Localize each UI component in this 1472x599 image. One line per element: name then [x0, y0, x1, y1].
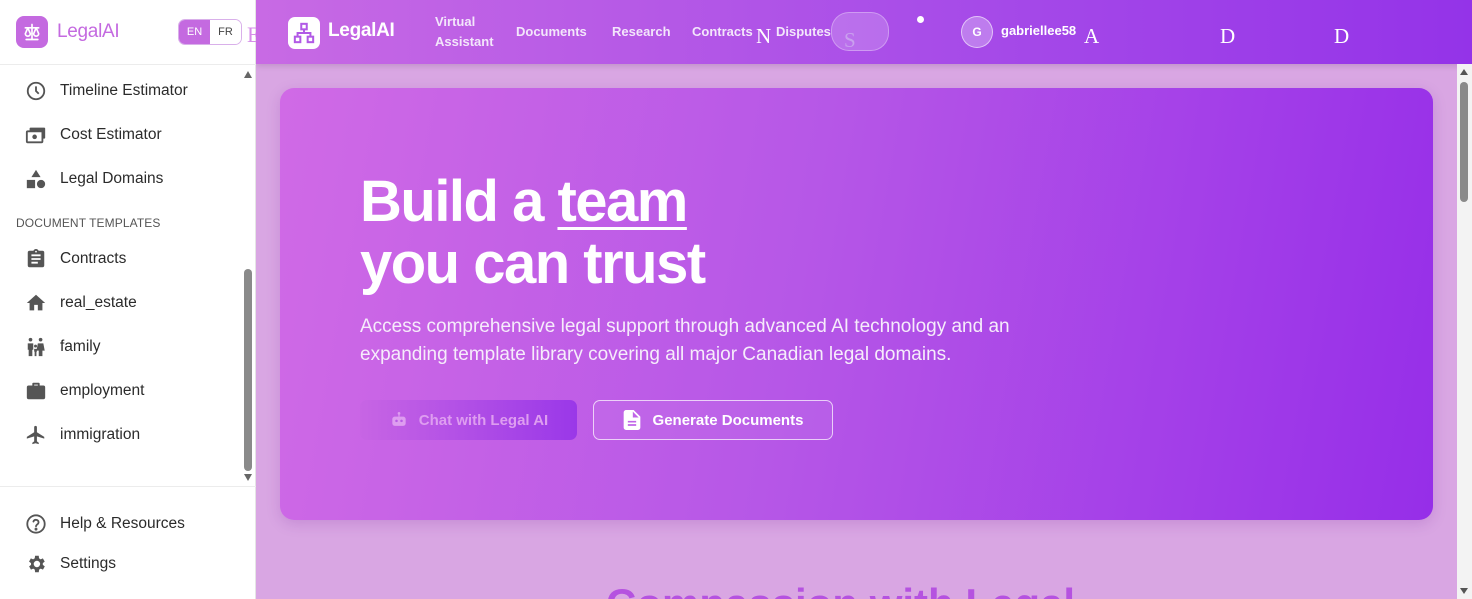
- gear-icon: [24, 552, 48, 576]
- sidebar-item-label: Settings: [60, 555, 117, 572]
- chat-with-legal-ai-button[interactable]: Chat with Legal AI: [360, 400, 577, 440]
- clipboard-icon: [24, 247, 48, 271]
- nav-link-contracts[interactable]: Contracts: [692, 22, 753, 42]
- hero-subtitle: Access comprehensive legal support throu…: [360, 316, 1010, 365]
- sidebar-item-real-estate[interactable]: real_estate: [24, 289, 137, 317]
- scroll-down-arrow-icon[interactable]: [244, 474, 252, 481]
- nav-link-line: Assistant: [435, 34, 494, 49]
- sidebar-item-label: family: [60, 338, 101, 355]
- sidebar-item-label: immigration: [60, 426, 141, 443]
- sidebar-brand[interactable]: LegalAI: [57, 21, 120, 43]
- sidebar-item-label: Cost Estimator: [60, 126, 162, 143]
- main-content: LegalAI Virtual Assistant Documents Rese…: [256, 0, 1472, 599]
- sidebar-item-legal-domains[interactable]: Legal Domains: [24, 165, 163, 193]
- hero-title-emphasis: team: [557, 169, 688, 234]
- hero-banner: Build a team you can trust Access compre…: [280, 88, 1433, 520]
- sidebar-item-employment[interactable]: employment: [24, 377, 144, 405]
- search-button[interactable]: [831, 12, 889, 51]
- language-toggle: EN FR: [178, 19, 242, 45]
- sidebar-item-immigration[interactable]: immigration: [24, 421, 140, 449]
- sidebar-footer: Help & Resources Settings: [0, 486, 256, 599]
- sidebar-nav: Timeline Estimator Cost Estimator Legal …: [0, 64, 256, 486]
- sidebar-item-label: real_estate: [60, 294, 137, 311]
- help-icon: [24, 512, 48, 536]
- sidebar-item-label: Help & Resources: [60, 515, 185, 532]
- top-navbar: LegalAI Virtual Assistant Documents Rese…: [256, 0, 1472, 64]
- generate-documents-button[interactable]: Generate Documents: [593, 400, 833, 440]
- hero-title: Build a team you can trust: [360, 169, 706, 296]
- sidebar-item-label: Contracts: [60, 250, 127, 267]
- stray-glyph: N: [756, 24, 772, 48]
- nav-link-disputes[interactable]: Disputes: [776, 22, 831, 42]
- home-icon: [24, 291, 48, 315]
- sidebar-item-timeline-estimator[interactable]: Timeline Estimator: [24, 77, 188, 105]
- stray-glyph: D: [1220, 24, 1236, 48]
- hero-title-line2: you can trust: [360, 231, 706, 296]
- family-icon: [24, 335, 48, 359]
- section-heading: Compassion with Legal: [606, 580, 1075, 599]
- document-icon: [623, 410, 641, 430]
- username[interactable]: gabriellee58: [1001, 23, 1076, 38]
- button-label: Chat with Legal AI: [418, 411, 549, 429]
- stray-glyph: S: [844, 28, 856, 52]
- nav-link-line: Virtual: [435, 14, 476, 29]
- robot-icon: [389, 410, 409, 430]
- sidebar: LegalAI EN FR E Timeline Estimator Cost …: [0, 0, 260, 599]
- cash-icon: [24, 123, 48, 147]
- section-heading-document-templates: DOCUMENT TEMPLATES: [16, 216, 161, 230]
- hero-title-part: Build a: [360, 169, 558, 234]
- sidebar-item-label: Timeline Estimator: [60, 82, 188, 99]
- sidebar-item-contracts[interactable]: Contracts: [24, 245, 126, 273]
- nav-link-documents[interactable]: Documents: [516, 22, 587, 42]
- notification-dot-icon[interactable]: [917, 16, 924, 23]
- shapes-icon: [24, 167, 48, 191]
- sidebar-item-label: employment: [60, 382, 145, 399]
- sidebar-item-family[interactable]: family: [24, 333, 100, 361]
- sidebar-item-cost-estimator[interactable]: Cost Estimator: [24, 121, 162, 149]
- lang-en-button[interactable]: EN: [179, 20, 210, 44]
- scroll-up-arrow-icon[interactable]: [1460, 69, 1468, 75]
- main-scrollbar[interactable]: [1457, 64, 1472, 599]
- button-label: Generate Documents: [652, 411, 804, 429]
- sidebar-scrollbar[interactable]: [243, 71, 253, 481]
- nav-link-virtual-assistant[interactable]: Virtual Assistant: [435, 12, 494, 52]
- airplane-icon: [24, 423, 48, 447]
- stray-glyph: D: [1334, 24, 1350, 48]
- nav-link-research[interactable]: Research: [612, 22, 671, 42]
- scroll-down-arrow-icon[interactable]: [1460, 588, 1468, 594]
- avatar[interactable]: G: [961, 16, 993, 48]
- sidebar-item-label: Legal Domains: [60, 170, 164, 187]
- briefcase-icon: [24, 379, 48, 403]
- scrollbar-thumb[interactable]: [1460, 82, 1468, 202]
- sidebar-item-settings[interactable]: Settings: [24, 550, 116, 578]
- nav-brand[interactable]: LegalAI: [328, 20, 395, 42]
- lang-fr-button[interactable]: FR: [210, 20, 241, 44]
- scales-logo-icon[interactable]: [16, 16, 48, 48]
- stray-glyph: A: [1084, 24, 1100, 48]
- scrollbar-thumb[interactable]: [244, 269, 252, 471]
- network-logo-icon[interactable]: [288, 17, 320, 49]
- sidebar-item-help[interactable]: Help & Resources: [24, 510, 185, 538]
- clock-icon: [24, 79, 48, 103]
- scroll-up-arrow-icon[interactable]: [244, 71, 252, 78]
